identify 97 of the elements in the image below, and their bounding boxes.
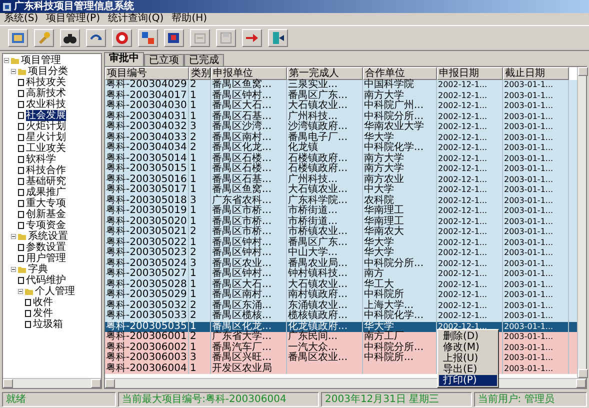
menu-item[interactable]: 删除(D): [439, 331, 497, 342]
table-row[interactable]: 粤科-200304032 3 番禺区沙湾... 沙湾镇政府... 华南农业大学 2002-12-1... 2003-01-1...: [105, 122, 577, 132]
table-row[interactable]: 粤科-200305027 1 番禺区钟村... 钟村镇科技... 南方 2002-12-1... 2003-01-1...: [105, 269, 577, 280]
table-row[interactable]: 粤科-200305029 1 番禺区南村... 南村镇政府... 中科院所 2002-12-1... 2003-01-1...: [105, 290, 577, 300]
table-row[interactable]: 粤科-200305022 1 番禺区钟村... 番禺区广东... 华大学 2002-12-1... 2003-01-1...: [105, 238, 577, 248]
column-header[interactable]: 第一完成人: [287, 67, 363, 80]
collapse-icon[interactable]: [18, 289, 23, 294]
tree-item[interactable]: 星火计划: [26, 132, 66, 143]
tree-item[interactable]: 农业科技: [26, 99, 66, 110]
window-title: 广东科技项目管理信息系统: [14, 2, 134, 12]
tree-item[interactable]: 社会发展: [26, 110, 66, 121]
folder-icon: [18, 233, 26, 240]
app-icon: [3, 2, 11, 10]
column-header[interactable]: 申报日期: [437, 67, 503, 80]
status-text: 2003年12月31日 星期三: [321, 392, 472, 407]
table-row[interactable]: 粤科-200305033 2 番禺区榄核... 榄核镇政府... 中科院化学... 2002-12-1... 2003-01-1...: [105, 311, 577, 322]
tree-item[interactable]: 专项资金: [26, 220, 66, 231]
exit-door-icon: [270, 30, 286, 46]
tab[interactable]: 已立项: [144, 54, 184, 66]
menu-item[interactable]: 修改(M): [439, 342, 497, 353]
toolbar-button[interactable]: [60, 29, 80, 47]
tree-item[interactable]: 基础研究: [26, 176, 66, 187]
monitor-icon: [10, 30, 26, 46]
status-text: 就绪: [2, 392, 116, 407]
menu-item[interactable]: 系统(S): [4, 14, 38, 24]
menu-item[interactable]: 统计查询(Q): [108, 14, 164, 24]
table-row[interactable]: 粤科-200305019 1 番禺区市桥... 市桥街道... 华南理工 2002-12-1... 2003-01-1...: [105, 206, 577, 216]
column-header[interactable]: 截止日期: [503, 67, 569, 80]
column-header[interactable]: 合作单位: [363, 67, 437, 80]
table-row[interactable]: 粤科-200305024 3 番禺区农业... 番禺农业局... 中科院分所... 2002-12-1... 2003-01-1...: [105, 258, 577, 269]
toolbar-button[interactable]: [164, 29, 184, 47]
tree-item[interactable]: 重大专项: [26, 198, 66, 209]
tree-item[interactable]: 创新基金: [26, 209, 66, 220]
tab[interactable]: 审批中: [104, 52, 144, 66]
table-row[interactable]: 粤科-200304034 2 番禺区化龙... 化龙镇 中科院化学... 2002-12-1... 2003-01-1...: [105, 143, 577, 154]
toolbar-button[interactable]: [268, 29, 288, 47]
tab[interactable]: 已完成: [184, 54, 224, 66]
save-icon: [218, 30, 234, 46]
table-row[interactable]: 粤科-200305032 2 番禺区东涌... 东涌镇农业... 上海大学... 2002-12-1... 2003-01-1...: [105, 300, 577, 311]
folder-icon: [25, 288, 33, 295]
collapse-icon[interactable]: [11, 267, 16, 272]
collapse-icon[interactable]: [11, 234, 16, 239]
tree-item[interactable]: 科技攻关: [26, 77, 66, 88]
tree-item[interactable]: 代码维护: [26, 275, 66, 286]
tree-item[interactable]: 项目管理: [21, 55, 61, 66]
document-icon: [18, 277, 24, 284]
toolbar-button[interactable]: [86, 29, 106, 47]
tree-item[interactable]: 火炬计划: [26, 121, 66, 132]
tree-item[interactable]: 发件: [33, 308, 53, 319]
tree-item[interactable]: 字典: [28, 264, 48, 275]
table-cell: 1: [189, 364, 211, 374]
table-row[interactable]: 粤科-200304033 2 番禺区南村... 番禺电子厂... 华大学 2002-12-1... 2003-01-1...: [105, 132, 577, 143]
table-row[interactable]: 粤科-200305023 2 番禺区钟村... 中山大学... 华大学 2002-12-1... 2003-01-1...: [105, 248, 577, 258]
menu-item[interactable]: 上报(U): [439, 353, 497, 364]
menu-item[interactable]: 导出(E): [439, 364, 497, 375]
table-row[interactable]: 粤科-200305017 1 番禺区鱼窝... 大石镇农业... 中大学 2002-12-1... 2003-01-1...: [105, 185, 577, 196]
column-header[interactable]: 项目编号: [105, 67, 189, 80]
table-row[interactable]: 粤科-200304031 1 番禺区石基... 广州科技... 中科院分所... 2002-12-1... 2003-01-1...: [105, 112, 577, 122]
table-cell: 开发区农业局: [211, 364, 287, 374]
collapse-icon[interactable]: [11, 69, 16, 74]
tree-item[interactable]: 参数设置: [26, 242, 66, 253]
column-header[interactable]: 类别: [189, 67, 211, 80]
table-cell: 粤科-200306004: [105, 364, 189, 374]
toolbar-button[interactable]: [138, 29, 158, 47]
tree-item[interactable]: 垃圾箱: [33, 319, 63, 330]
table-row[interactable]: 粤科-200305018 3 广东省农科... 广东科学院... 农科院 2002-12-1... 2003-01-1...: [105, 196, 577, 206]
lifebuoy-icon: [114, 30, 130, 46]
tree-item[interactable]: 系统设置: [28, 231, 68, 242]
menu-item[interactable]: 打印(P): [439, 375, 497, 386]
tree-item[interactable]: 工业攻关: [26, 143, 66, 154]
tree-item[interactable]: 成果推广: [26, 187, 66, 198]
tree-item[interactable]: 高新技术: [26, 88, 66, 99]
table-row[interactable]: 粤科-200305014 1 番禺区石楼... 石楼镇政府... 南方大学 2002-12-1... 2003-01-1...: [105, 154, 577, 164]
table-row[interactable]: 粤科-200304029 2 番禺区鱼窝... 三泉实业... 中国科学院 2002-12-1... 2003-01-1...: [105, 80, 577, 90]
column-header[interactable]: 申报单位: [211, 67, 287, 80]
table-row[interactable]: 粤科-200304030 1 番禺区大石... 大石镇农业... 中科院广州... 2002-12-1... 2003-01-1...: [105, 101, 577, 112]
folder-icon: [18, 266, 26, 273]
tree-item[interactable]: 软科学: [26, 154, 56, 165]
tree-item[interactable]: 个人管理: [35, 286, 75, 297]
table-row[interactable]: 粤科-200305015 1 番禺区石楼... 石楼镇政府... 南方大学 2002-12-1... 2003-01-1...: [105, 164, 577, 174]
tree-item[interactable]: 收件: [33, 297, 53, 308]
tree-item[interactable]: 项目分类: [28, 66, 68, 77]
table-row[interactable]: 粤科-200305021 2 番禺区市桥... 市桥镇农业... 华南农大 2002-12-1... 2003-01-1...: [105, 227, 577, 238]
tree-item[interactable]: 用户管理: [26, 253, 66, 264]
window-icon: [166, 30, 182, 46]
table-row[interactable]: 粤科-200305016 1 番禺区石基... 广州科技... 南方农业 2002-12-1... 2003-01-1...: [105, 174, 577, 185]
blocks-icon: [140, 30, 156, 46]
collapse-icon[interactable]: [4, 58, 9, 63]
menu-item[interactable]: 帮助(H): [172, 14, 208, 24]
tree-item[interactable]: 科技合作: [26, 165, 66, 176]
status-text: 当前最大项目编号:粤科-200306004: [118, 392, 319, 407]
table-row[interactable]: 粤科-200304017 1 番禺区钟村... 番禺区广东... 南方大学 2002-12-1... 2003-01-1...: [105, 90, 577, 101]
status-text: 当前用户: 管理员: [474, 392, 588, 407]
table-row[interactable]: 粤科-200305020 1 番禺区市桥... 市桥街道... 华南理工 2002-12-1... 2003-01-1...: [105, 216, 577, 227]
table-cell: 2003-01-1...: [503, 364, 569, 374]
table-row[interactable]: 粤科-200305028 1 番禺区大石... 大石镇农业... 华工大 2002-12-1... 2003-01-1...: [105, 280, 577, 290]
menu-item[interactable]: 项目管理(P): [46, 14, 100, 24]
